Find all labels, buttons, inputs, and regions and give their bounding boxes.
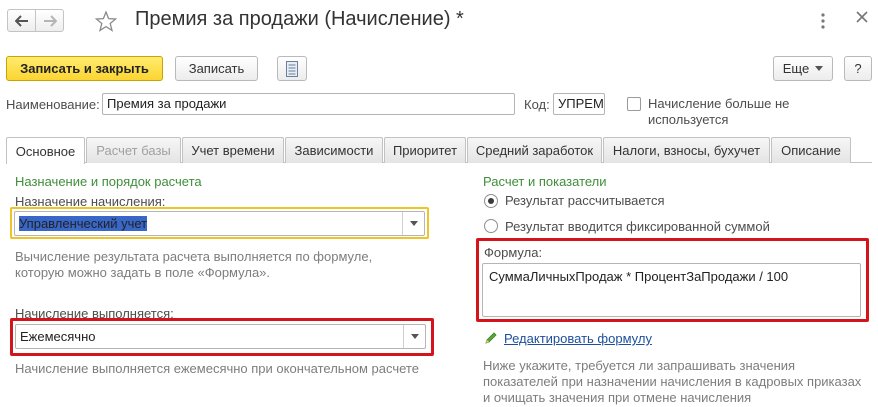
name-label: Наименование: xyxy=(6,97,100,112)
save-button[interactable]: Записать xyxy=(175,56,258,81)
bottom-hint-line3: и очищать значения при отмене начисления xyxy=(483,390,752,405)
unused-checkbox[interactable] xyxy=(627,97,641,111)
edit-formula-link[interactable]: Редактировать формулу xyxy=(504,331,652,346)
radio-fixed[interactable] xyxy=(484,219,498,233)
schedule-select-value: Ежемесячно xyxy=(20,329,96,344)
close-icon[interactable] xyxy=(855,10,869,27)
calculation-group-title: Расчет и показатели xyxy=(483,174,607,189)
unused-label-line2: используется xyxy=(648,112,729,127)
pencil-icon xyxy=(484,331,498,348)
purpose-select-value: Управленческий учет xyxy=(19,216,148,231)
formula-label: Формула: xyxy=(484,245,543,260)
tab-dependencies[interactable]: Зависимости xyxy=(285,137,383,163)
tab-base-calculation[interactable]: Расчет базы xyxy=(86,137,181,163)
tab-time-tracking[interactable]: Учет времени xyxy=(182,137,284,163)
purpose-hint-line2: которую можно задать в поле «Формула». xyxy=(15,265,271,280)
save-and-close-button[interactable]: Записать и закрыть xyxy=(6,56,163,81)
unused-label-line1: Начисление больше не xyxy=(648,96,790,111)
back-button[interactable] xyxy=(7,9,36,32)
tab-description[interactable]: Описание xyxy=(771,137,851,163)
schedule-hint: Начисление выполняется ежемесячно при ок… xyxy=(15,361,419,376)
bottom-hint-line2: показателей при назначении начисления в … xyxy=(483,374,862,389)
purpose-hint-line1: Вычисление результата расчета выполняетс… xyxy=(15,249,373,264)
dropdown-button[interactable] xyxy=(402,212,424,235)
dropdown-button[interactable] xyxy=(403,325,425,348)
chevron-down-icon xyxy=(815,66,824,71)
more-dots-icon[interactable] xyxy=(821,13,825,32)
tab-main[interactable]: Основное xyxy=(6,137,85,164)
tab-taxes-accounting[interactable]: Налоги, взносы, бухучет xyxy=(603,137,770,163)
more-menu-button[interactable]: Еще xyxy=(773,56,833,81)
arrow-right-icon xyxy=(43,14,57,27)
bottom-hint-line1: Ниже укажите, требуется ли запрашивать з… xyxy=(483,358,796,373)
chevron-down-icon xyxy=(410,334,419,339)
report-button[interactable] xyxy=(277,56,307,81)
help-button[interactable]: ? xyxy=(844,56,872,81)
forward-button[interactable] xyxy=(35,9,64,32)
formula-field[interactable]: СуммаЛичныхПродаж * ПроцентЗаПродажи / 1… xyxy=(482,263,861,317)
purpose-select[interactable]: Управленческий учет xyxy=(14,211,425,236)
more-menu-label: Еще xyxy=(782,61,810,76)
arrow-left-icon xyxy=(14,14,28,27)
code-field[interactable]: УПРЕМ xyxy=(553,93,605,115)
purpose-group-title: Назначение и порядок расчета xyxy=(15,174,202,189)
schedule-select[interactable]: Ежемесячно xyxy=(15,324,426,349)
chevron-down-icon xyxy=(409,221,418,226)
radio-fixed-label: Результат вводится фиксированной суммой xyxy=(505,219,770,234)
tab-average-earnings[interactable]: Средний заработок xyxy=(467,137,602,163)
document-list-icon xyxy=(286,60,298,77)
name-field[interactable]: Премия за продажи xyxy=(102,93,515,115)
radio-calculated[interactable] xyxy=(484,194,498,208)
radio-calculated-label: Результат рассчитывается xyxy=(505,193,665,208)
page-title: Премия за продажи (Начисление) * xyxy=(135,8,464,30)
favorite-star-icon[interactable] xyxy=(94,10,118,35)
tab-priority[interactable]: Приоритет xyxy=(384,137,466,163)
code-label: Код: xyxy=(524,97,550,112)
